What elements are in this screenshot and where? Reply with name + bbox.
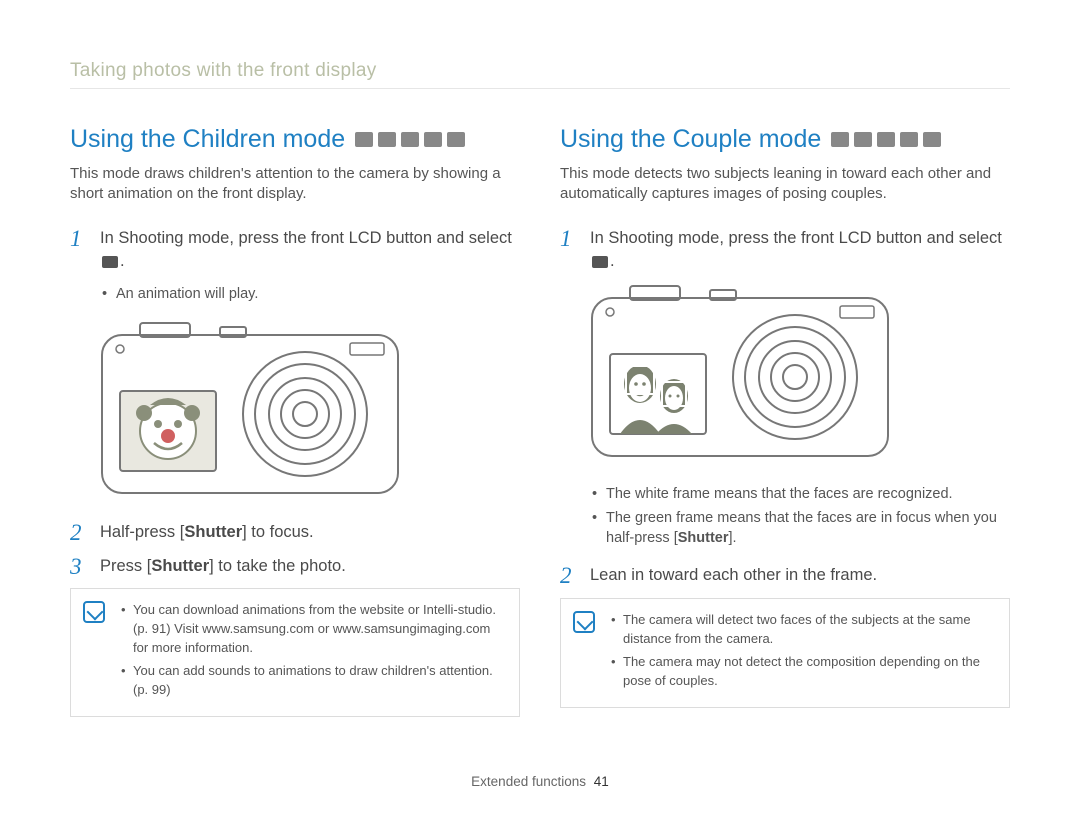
step-3-children: 3 Press [Shutter] to take the photo.: [70, 555, 520, 579]
column-children-mode: Using the Children mode This mode draws …: [70, 125, 520, 717]
shutter-label: Shutter: [678, 530, 729, 546]
smart-icon: [355, 132, 373, 147]
footer-page-number: 41: [594, 774, 609, 789]
heading-children: Using the Children mode: [70, 125, 345, 154]
step-number: 1: [560, 227, 576, 275]
camera-icon: [378, 132, 396, 147]
intro-couple: This mode detects two subjects leaning i…: [560, 164, 1010, 205]
shutter-label: Shutter: [184, 523, 242, 541]
couple-mode-icon: [592, 256, 608, 268]
note-item: The camera may not detect the compositio…: [611, 653, 995, 691]
section-heading-children: Using the Children mode: [70, 125, 520, 154]
step-text-b: .: [120, 252, 125, 270]
step-text-b: .: [610, 252, 615, 270]
step-1-sub-children: An animation will play.: [70, 284, 520, 304]
manual-page: Taking photos with the front display Usi…: [0, 0, 1080, 815]
shutter-label: Shutter: [151, 557, 209, 575]
t: ] to focus.: [242, 523, 314, 541]
note-item: The camera will detect two faces of the …: [611, 611, 995, 649]
note-item: You can add sounds to animations to draw…: [121, 662, 505, 700]
step-2-couple: 2 Lean in toward each other in the frame…: [560, 564, 1010, 588]
content-columns: Using the Children mode This mode draws …: [70, 125, 1010, 717]
camera-icon: [854, 132, 872, 147]
smart-icon: [831, 132, 849, 147]
step-number: 1: [70, 227, 86, 275]
camera-plus-icon: [877, 132, 895, 147]
camera-plus-icon: [401, 132, 419, 147]
scene-icon: [900, 132, 918, 147]
step-1-children: 1 In Shooting mode, press the front LCD …: [70, 227, 520, 275]
step-text: Press [Shutter] to take the photo.: [100, 555, 346, 579]
step-1-couple: 1 In Shooting mode, press the front LCD …: [560, 227, 1010, 275]
column-couple-mode: Using the Couple mode This mode detects …: [560, 125, 1010, 717]
step-text-a: In Shooting mode, press the front LCD bu…: [100, 229, 512, 247]
bullet: An animation will play.: [102, 284, 520, 304]
t: Half-press [: [100, 523, 184, 541]
mode-icons-children: [355, 132, 465, 147]
note-icon: [573, 611, 595, 633]
camera-illustration-children: [100, 321, 520, 501]
heading-couple: Using the Couple mode: [560, 125, 821, 154]
bullet: The white frame means that the faces are…: [592, 484, 1010, 504]
note-icon: [83, 601, 105, 623]
dual-icon: [447, 132, 465, 147]
intro-children: This mode draws children's attention to …: [70, 164, 520, 205]
bullet: The green frame means that the faces are…: [592, 508, 1010, 549]
mode-icons-couple: [831, 132, 941, 147]
divider: [70, 88, 1010, 89]
step-number: 2: [560, 564, 576, 588]
scene-icon: [424, 132, 442, 147]
children-mode-icon: [102, 256, 118, 268]
step-1-sub-couple: The white frame means that the faces are…: [560, 484, 1010, 548]
note-box-couple: The camera will detect two faces of the …: [560, 598, 1010, 707]
step-text: Half-press [Shutter] to focus.: [100, 521, 314, 545]
camera-illustration-couple: [590, 284, 1010, 464]
dual-icon: [923, 132, 941, 147]
t: ] to take the photo.: [209, 557, 346, 575]
step-2-children: 2 Half-press [Shutter] to focus.: [70, 521, 520, 545]
note-item: You can download animations from the web…: [121, 601, 505, 658]
t: Press [: [100, 557, 151, 575]
step-text: In Shooting mode, press the front LCD bu…: [590, 227, 1010, 275]
section-heading-couple: Using the Couple mode: [560, 125, 1010, 154]
step-number: 3: [70, 555, 86, 579]
footer-section: Extended functions: [471, 774, 586, 789]
page-footer: Extended functions 41: [0, 774, 1080, 789]
step-text: In Shooting mode, press the front LCD bu…: [100, 227, 520, 275]
step-text: Lean in toward each other in the frame.: [590, 564, 877, 588]
step-number: 2: [70, 521, 86, 545]
step-text-a: In Shooting mode, press the front LCD bu…: [590, 229, 1002, 247]
breadcrumb: Taking photos with the front display: [70, 60, 1010, 82]
note-box-children: You can download animations from the web…: [70, 588, 520, 716]
